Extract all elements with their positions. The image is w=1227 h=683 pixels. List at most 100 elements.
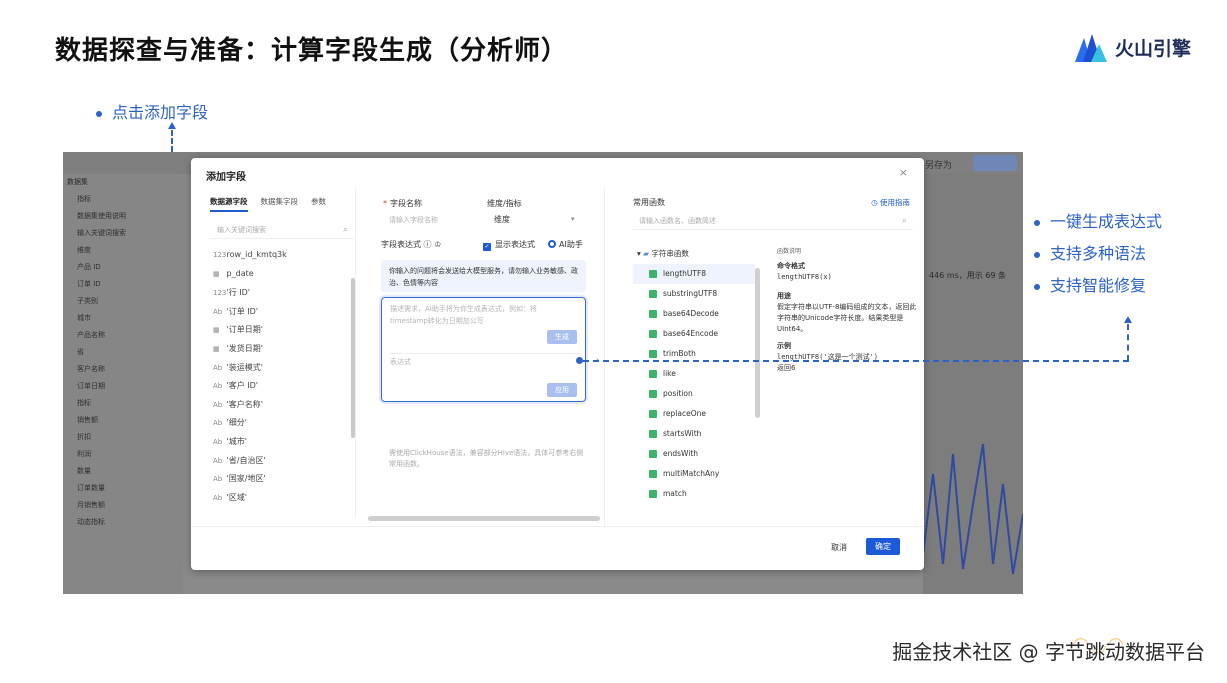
field-list-scrollbar[interactable] (351, 278, 355, 438)
function-item[interactable]: multiMatchAny (633, 464, 755, 484)
date-icon: ▦ (213, 326, 220, 335)
connector-dash (583, 360, 1129, 362)
ai-prompt-placeholder[interactable]: 描述需求，AI助手将为你生成表达式，例如：将timestamp转化为日期加公写 (390, 303, 570, 327)
field-item[interactable]: 123 '行 ID' (213, 287, 287, 306)
annotation-right-3: 支持智能修复 (1034, 272, 1146, 296)
expression-editor[interactable]: 描述需求，AI助手将为你生成表达式，例如：将timestamp转化为日期加公写 … (381, 297, 586, 402)
left-item: 动态指标 (77, 518, 105, 526)
expression-input[interactable]: 表达式 (390, 357, 411, 367)
function-list-scrollbar[interactable] (755, 268, 760, 418)
function-item[interactable]: base64Encode (633, 324, 755, 344)
left-item: 子类别 (77, 297, 98, 305)
left-item: 订单日期 (77, 382, 105, 390)
folder-icon: ▰ (643, 249, 649, 258)
field-item[interactable]: Ab '城市' (213, 436, 287, 455)
text-icon: Ab (213, 475, 223, 484)
show-expr-checkbox[interactable]: ✓ 显示表达式 (483, 239, 535, 251)
field-name-label: * 字段名称 (383, 199, 422, 208)
field-name-input[interactable]: 请输入字段名称 (389, 215, 438, 225)
field-search-input[interactable]: 输入关键词搜索 ⌕ (209, 221, 354, 239)
annotation-add-field: 点击添加字段 (96, 99, 208, 123)
guide-link[interactable]: ◷ 使用指南 (871, 197, 910, 208)
background-chart (922, 174, 1023, 594)
search-icon: ⌕ (342, 225, 348, 235)
field-item[interactable]: 123 row_id_kmtq3k (213, 250, 287, 269)
function-item[interactable]: substringUTF8 (633, 284, 755, 304)
field-item[interactable]: ▦ p_date (213, 269, 287, 288)
function-item[interactable]: match (633, 484, 755, 504)
function-search-placeholder: 请输入函数名、函数简述 (639, 217, 716, 225)
expr-label: 字段表达式 ⓘ ♔ (381, 240, 442, 249)
query-stat: 446 ms，用示 69 条 (929, 271, 1007, 280)
cancel-button[interactable]: 取消 (831, 542, 847, 553)
functions-panel: 常用函数 ◷ 使用指南 请输入函数名、函数简述 ⌕ ▾ ▰ 字符串函数 leng… (604, 188, 924, 528)
annotation-dash (171, 130, 173, 152)
field-item[interactable]: ▦ '订单日期' (213, 324, 287, 343)
function-item[interactable]: position (633, 384, 755, 404)
left-item: 客户名称 (77, 365, 105, 373)
doc-section: 函数说明 (777, 248, 802, 255)
close-icon[interactable]: × (899, 166, 908, 179)
number-icon: 123 (213, 251, 227, 259)
info-icon: ⓘ (423, 240, 432, 249)
field-item[interactable]: Ab '装运模式' (213, 362, 287, 381)
function-item[interactable]: endsWith (633, 444, 755, 464)
field-item[interactable]: Ab '客户 ID' (213, 380, 287, 399)
field-list: 123 row_id_kmtq3k ▦ p_date 123 '行 ID' Ab… (213, 250, 287, 510)
field-item[interactable]: Ab '国家/地区' (213, 473, 287, 492)
background-line-chart (922, 443, 1023, 575)
field-item[interactable]: ▦ '发货日期' (213, 343, 287, 362)
apply-button[interactable]: 应用 (547, 383, 577, 397)
tab-source-fields[interactable]: 数据源字段 (210, 196, 248, 212)
function-item[interactable]: startsWith (633, 424, 755, 444)
left-item: 订单数量 (77, 484, 105, 492)
left-item: 城市 (77, 314, 91, 322)
function-search-input[interactable]: 请输入函数名、函数简述 ⌕ (633, 212, 913, 230)
doc-cmd-head: 命令格式 (777, 262, 805, 270)
text-icon: Ab (213, 307, 223, 316)
ai-notice: 你输入的问题将会发送给大模型服务，请勿输入业务敏感、政治、色情等内容 (381, 260, 586, 292)
function-icon (649, 470, 657, 478)
field-item[interactable]: Ab '省/自治区' (213, 455, 287, 474)
tab-dataset-fields[interactable]: 数据集字段 (261, 196, 299, 212)
text-icon: Ab (213, 437, 223, 446)
clock-icon: ◷ (871, 198, 878, 207)
field-item[interactable]: Ab '客户名称' (213, 399, 287, 418)
field-item[interactable]: Ab '订单 ID' (213, 306, 287, 325)
function-item[interactable]: like (633, 364, 755, 384)
watermark: 掘金技术社区 @ 字节跳动数据平台 (892, 640, 1205, 664)
doc-use-head: 用途 (777, 292, 791, 300)
annotation-arrow-up-icon (168, 122, 176, 129)
left-item: 折扣 (77, 433, 91, 441)
expression-panel: * 字段名称 请输入字段名称 维度/指标 维度 ▾ 字段表达式 ⓘ ♔ ✓ 显示表达… (371, 188, 601, 528)
generate-button[interactable]: 生成 (547, 330, 577, 344)
save-button[interactable] (973, 155, 1017, 171)
left-item: 数据集使用说明 (77, 212, 126, 220)
annotation-right-2: 支持多种语法 (1034, 240, 1146, 264)
connector-dot (576, 357, 583, 364)
doc-example-head: 示例 (777, 342, 791, 350)
annotation-right-1: 一键生成表达式 (1034, 208, 1162, 232)
slide-title: 数据探查与准备：计算字段生成（分析师） (55, 36, 569, 66)
function-item[interactable]: lengthUTF8 (633, 264, 755, 284)
function-item[interactable]: replaceOne (633, 404, 755, 424)
function-icon (649, 430, 657, 438)
logo-text: 火山引擎 (1114, 37, 1191, 60)
tab-params[interactable]: 参数 (311, 196, 326, 212)
field-item[interactable]: Ab '细分' (213, 417, 287, 436)
function-icon (649, 450, 657, 458)
dim-metric-select[interactable]: 维度 (494, 214, 510, 225)
left-item: 产品名称 (77, 331, 105, 339)
function-item[interactable]: base64Decode (633, 304, 755, 324)
horizontal-scrollbar[interactable] (368, 516, 600, 521)
left-item: 销售额 (77, 416, 98, 424)
function-icon (649, 310, 657, 318)
dialog-footer: 取消 确定 (191, 526, 924, 570)
number-icon: 123 (213, 289, 227, 298)
field-item[interactable]: Ab '区域' (213, 492, 287, 511)
ai-helper-radio[interactable]: AI助手 (548, 239, 583, 250)
function-category[interactable]: ▾ ▰ 字符串函数 (633, 244, 755, 264)
text-icon: Ab (213, 419, 223, 428)
doc-use: 假定字符串以UTF-8编码组成的文本，返回此字符串的Unicode字符长度。结果… (777, 303, 917, 333)
ok-button[interactable]: 确定 (866, 538, 900, 555)
